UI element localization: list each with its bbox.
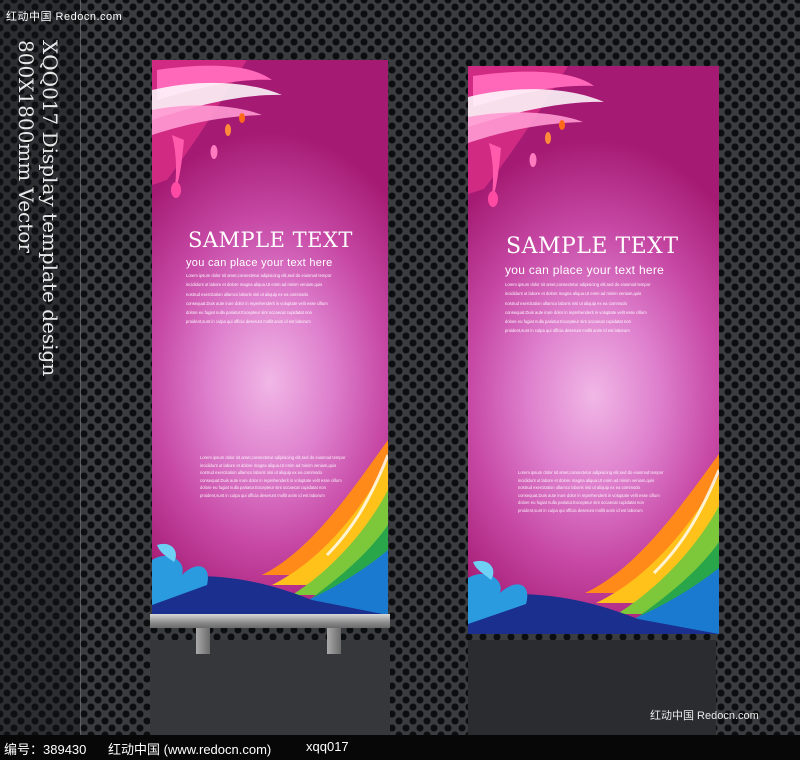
stand-leg-right <box>327 628 341 654</box>
lower-line: incididunt ut labore et dolore magna ali… <box>200 462 337 468</box>
lower-line: consequat.Duis aute irure dolor in repre… <box>200 477 342 483</box>
rollup-banner-left: SAMPLE TEXT you can place your text here… <box>152 60 388 615</box>
vertical-title: XQQ017 Display template design 800X1800m… <box>14 40 62 376</box>
vertical-title-line2: 800X1800mm Vector <box>14 40 38 253</box>
body-line: Lorem ipsum dolor sit amet,consectetur a… <box>186 273 332 278</box>
body-line: incididunt ut labore et dolore magna ali… <box>186 282 323 288</box>
lower-line: proident,sunt in culpa qui officia deser… <box>200 492 325 498</box>
banner-body-text: Lorem ipsum dolor sit amet,consectetur a… <box>505 280 650 336</box>
body-line: nostrud exercitation ullamco laboris nis… <box>505 300 627 306</box>
banner-lower-text: Lorem ipsum dolor sit amet,consectetur a… <box>200 454 345 500</box>
banner-title: SAMPLE TEXT <box>506 234 679 259</box>
floor-shadow-left <box>150 640 390 735</box>
footer-id: 编号：389430 <box>4 742 87 757</box>
rollup-banner-right: SAMPLE TEXT you can place your text here… <box>468 66 719 634</box>
banner-subtitle: you can place your text here <box>505 263 665 277</box>
lower-line: dolore eu fugiat nulla pariatur.Excepteu… <box>200 485 326 491</box>
lower-line: nostrud exercitation ullamco laboris nis… <box>200 470 322 476</box>
body-line: consequat.Duis aute irure dolor in repre… <box>505 309 647 315</box>
banner-body-text: Lorem ipsum dolor sit amet,consectetur a… <box>186 271 331 327</box>
body-line: proident,sunt in culpa qui officia deser… <box>186 319 311 325</box>
lower-line: nostrud exercitation ullamco laboris nis… <box>518 485 640 491</box>
body-line: proident,sunt in culpa qui officia deser… <box>505 328 630 334</box>
footer-site: 红动中国 (www.redocn.com) <box>108 742 272 757</box>
lower-line: incididunt ut labore et dolore magna ali… <box>518 477 655 483</box>
lower-line: Lorem ipsum dolor sit amet,consectetur a… <box>200 455 346 460</box>
banner-stand-base <box>150 614 390 628</box>
vertical-title-line1: XQQ017 Display template design <box>38 40 62 377</box>
body-line: dolore eu fugiat nulla pariatur.Excepteu… <box>186 310 312 316</box>
lower-line: Lorem ipsum dolor sit amet,consectetur a… <box>518 470 664 475</box>
banner-lower-text: Lorem ipsum dolor sit amet,consectetur a… <box>518 469 663 515</box>
body-line: incididunt ut labore et dolore magna ali… <box>505 291 642 297</box>
top-watermark: 红动中国 Redocn.com <box>6 11 123 23</box>
body-line: Lorem ipsum dolor sit amet,consectetur a… <box>505 282 651 287</box>
footer-bar: 编号：389430 红动中国 (www.redocn.com) xqq017 <box>0 735 800 760</box>
lower-line: consequat.Duis aute irure dolor in repre… <box>518 492 660 498</box>
lower-line: proident,sunt in culpa qui officia deser… <box>518 507 643 513</box>
banner-swirl-graphic <box>152 60 388 615</box>
body-line: consequat.Duis aute irure dolor in repre… <box>186 300 328 306</box>
lower-line: dolore eu fugiat nulla pariatur.Excepteu… <box>518 500 644 506</box>
bottom-right-watermark: 红动中国 Redocn.com <box>650 710 759 722</box>
footer-code: xqq017 <box>306 739 349 754</box>
banner-swirl-graphic <box>468 66 719 634</box>
banner-title: SAMPLE TEXT <box>188 228 353 252</box>
body-line: dolore eu fugiat nulla pariatur.Excepteu… <box>505 319 631 325</box>
banner-subtitle: you can place your text here <box>186 257 333 269</box>
body-line: nostrud exercitation ullamco laboris nis… <box>186 291 308 297</box>
stand-leg-left <box>196 628 210 654</box>
